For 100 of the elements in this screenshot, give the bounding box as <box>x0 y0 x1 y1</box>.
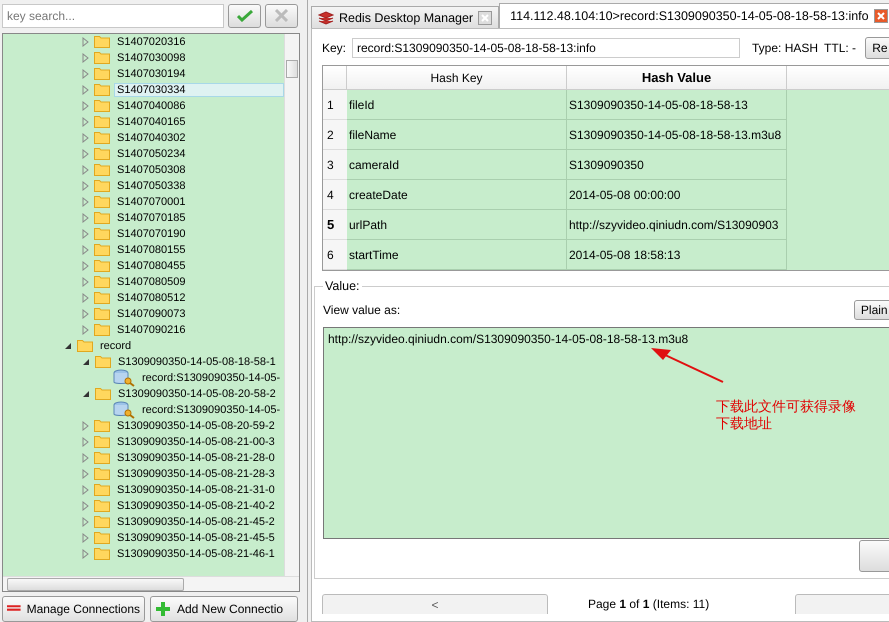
tree-item[interactable]: S1309090350-14-05-08-20-59-2 <box>114 418 278 433</box>
folder-icon <box>94 467 110 480</box>
table-cell: S1309090350-14-05-08-18-58-13 <box>567 90 787 120</box>
next-page-button[interactable] <box>794 594 889 614</box>
folder-icon <box>94 179 110 192</box>
tree-item[interactable]: S1309090350-14-05-08-18-58-1 <box>115 354 279 369</box>
database-key-icon <box>113 400 135 419</box>
folder-icon <box>94 515 110 528</box>
previous-page-button[interactable]: < <box>322 594 548 614</box>
annotation-text: 下载此文件可获得录像 <box>716 398 856 415</box>
tree-item[interactable]: S1407070001 <box>114 194 189 209</box>
tree-item[interactable]: S1407030194 <box>114 66 189 81</box>
tree-item[interactable]: S1407090073 <box>114 306 189 321</box>
tree-item[interactable]: S1407080509 <box>114 274 189 289</box>
value-text-area[interactable]: http://szyvideo.qiniudn.com/S1309090350-14-05-08-18-58-13.m3u8 下载此文件可获得录像 下载地址 <box>323 327 889 539</box>
view-as-label: View value as: <box>323 303 400 317</box>
caret-icon[interactable] <box>82 390 90 398</box>
manage-connections-button[interactable]: Manage Connections <box>2 596 145 622</box>
confirm-button[interactable] <box>228 4 261 28</box>
folder-icon <box>94 131 110 144</box>
tree-item[interactable]: S1407030334 <box>114 82 284 97</box>
tree-item[interactable]: S1407080512 <box>114 290 189 305</box>
row-number[interactable]: 1 <box>323 90 347 120</box>
folder-icon <box>94 531 110 544</box>
tree-item[interactable]: S1407020316 <box>114 34 189 49</box>
key-field[interactable]: record:S1309090350-14-05-08-18-58-13:info <box>352 38 740 58</box>
format-dropdown[interactable]: Plain <box>854 300 889 320</box>
tree-item[interactable]: S1407050338 <box>114 178 189 193</box>
table-cell: urlPath <box>347 210 567 240</box>
folder-icon <box>94 147 110 160</box>
folder-icon <box>94 211 110 224</box>
tree-item[interactable]: S1407070185 <box>114 210 189 225</box>
close-icon <box>275 9 288 22</box>
tree-item[interactable]: S1309090350-14-05-08-21-45-5 <box>114 530 278 545</box>
folder-icon <box>94 99 110 112</box>
tree-item[interactable]: S1309090350-14-05-08-20-58-2 <box>115 386 279 401</box>
tree-item[interactable]: S1309090350-14-05-08-21-00-3 <box>114 434 278 449</box>
tree-item[interactable]: S1407040086 <box>114 98 189 113</box>
database-key-icon <box>113 368 135 387</box>
folder-icon <box>94 115 110 128</box>
tree-item[interactable]: S1407070190 <box>114 226 189 241</box>
tree-item[interactable]: S1309090350-14-05-08-21-31-0 <box>114 482 278 497</box>
close-icon[interactable] <box>478 10 492 24</box>
tree-item[interactable]: S1407040302 <box>114 130 189 145</box>
folder-icon <box>94 323 110 336</box>
caret-icon[interactable] <box>82 358 90 366</box>
row-number[interactable]: 2 <box>323 120 347 150</box>
table-cell: cameraId <box>347 150 567 180</box>
add-connection-button[interactable]: Add New Connectio <box>150 596 298 622</box>
folder-icon <box>94 67 110 80</box>
column-header[interactable]: Hash Value <box>567 66 787 90</box>
tree-item[interactable]: S1407090216 <box>114 322 189 337</box>
tree-item[interactable]: S1309090350-14-05-08-21-28-0 <box>114 450 278 465</box>
tree-item[interactable]: record:S1309090350-14-05- <box>139 402 284 417</box>
tab[interactable]: 114.112.48.104:10>record:S1309090350-14-05-08-18-58-13:info <box>499 3 889 28</box>
table-cell: fileId <box>347 90 567 120</box>
tree-item[interactable]: S1407080455 <box>114 258 189 273</box>
tree-item[interactable]: S1309090350-14-05-08-21-46-1 <box>114 546 278 561</box>
folder-icon <box>94 419 110 432</box>
redis-logo-icon <box>318 10 334 24</box>
row-number[interactable]: 4 <box>323 180 347 210</box>
close-icon[interactable] <box>874 9 888 23</box>
folder-icon <box>94 259 110 272</box>
reload-button[interactable]: Re <box>865 37 889 59</box>
table-cell: 2014-05-08 18:58:13 <box>567 240 787 270</box>
tab[interactable]: Redis Desktop Manager <box>311 6 500 28</box>
folder-icon <box>94 275 110 288</box>
folder-icon <box>95 387 111 400</box>
tree-item[interactable]: S1407040165 <box>114 114 189 129</box>
tree-item[interactable]: S1309090350-14-05-08-21-40-2 <box>114 498 278 513</box>
table-cell: createDate <box>347 180 567 210</box>
annotation-text: 下载地址 <box>716 415 773 432</box>
folder-icon <box>94 483 110 496</box>
ttl-label: TTL: - <box>824 41 856 55</box>
save-button[interactable] <box>858 540 889 572</box>
tree-item[interactable]: S1407050234 <box>114 146 189 161</box>
tree-item[interactable]: S1407080155 <box>114 242 189 257</box>
row-number[interactable]: 6 <box>323 240 347 270</box>
vertical-scrollbar[interactable] <box>284 34 299 576</box>
tree-item[interactable]: record <box>97 338 134 353</box>
tree-item[interactable]: record:S1309090350-14-05- <box>139 370 284 385</box>
clear-button[interactable] <box>265 4 298 28</box>
table-cell: S1309090350 <box>567 150 787 180</box>
horizontal-scrollbar[interactable] <box>3 576 299 591</box>
tree-item[interactable]: S1309090350-14-05-08-21-28-3 <box>114 466 278 481</box>
tree-item[interactable]: S1407030098 <box>114 50 189 65</box>
row-number[interactable]: 5 <box>323 210 347 240</box>
row-number[interactable]: 3 <box>323 150 347 180</box>
plus-icon <box>155 601 171 617</box>
folder-icon <box>94 243 110 256</box>
table-cell: startTime <box>347 240 567 270</box>
column-header[interactable]: Hash Key <box>347 66 567 90</box>
search-field[interactable]: key search... <box>2 4 224 28</box>
folder-icon <box>94 435 110 448</box>
folder-icon <box>77 339 93 352</box>
caret-icon[interactable] <box>64 342 72 350</box>
folder-icon <box>94 35 110 48</box>
group-title: Value: <box>324 279 361 293</box>
tree-item[interactable]: S1407050308 <box>114 162 189 177</box>
tree-item[interactable]: S1309090350-14-05-08-21-45-2 <box>114 514 278 529</box>
